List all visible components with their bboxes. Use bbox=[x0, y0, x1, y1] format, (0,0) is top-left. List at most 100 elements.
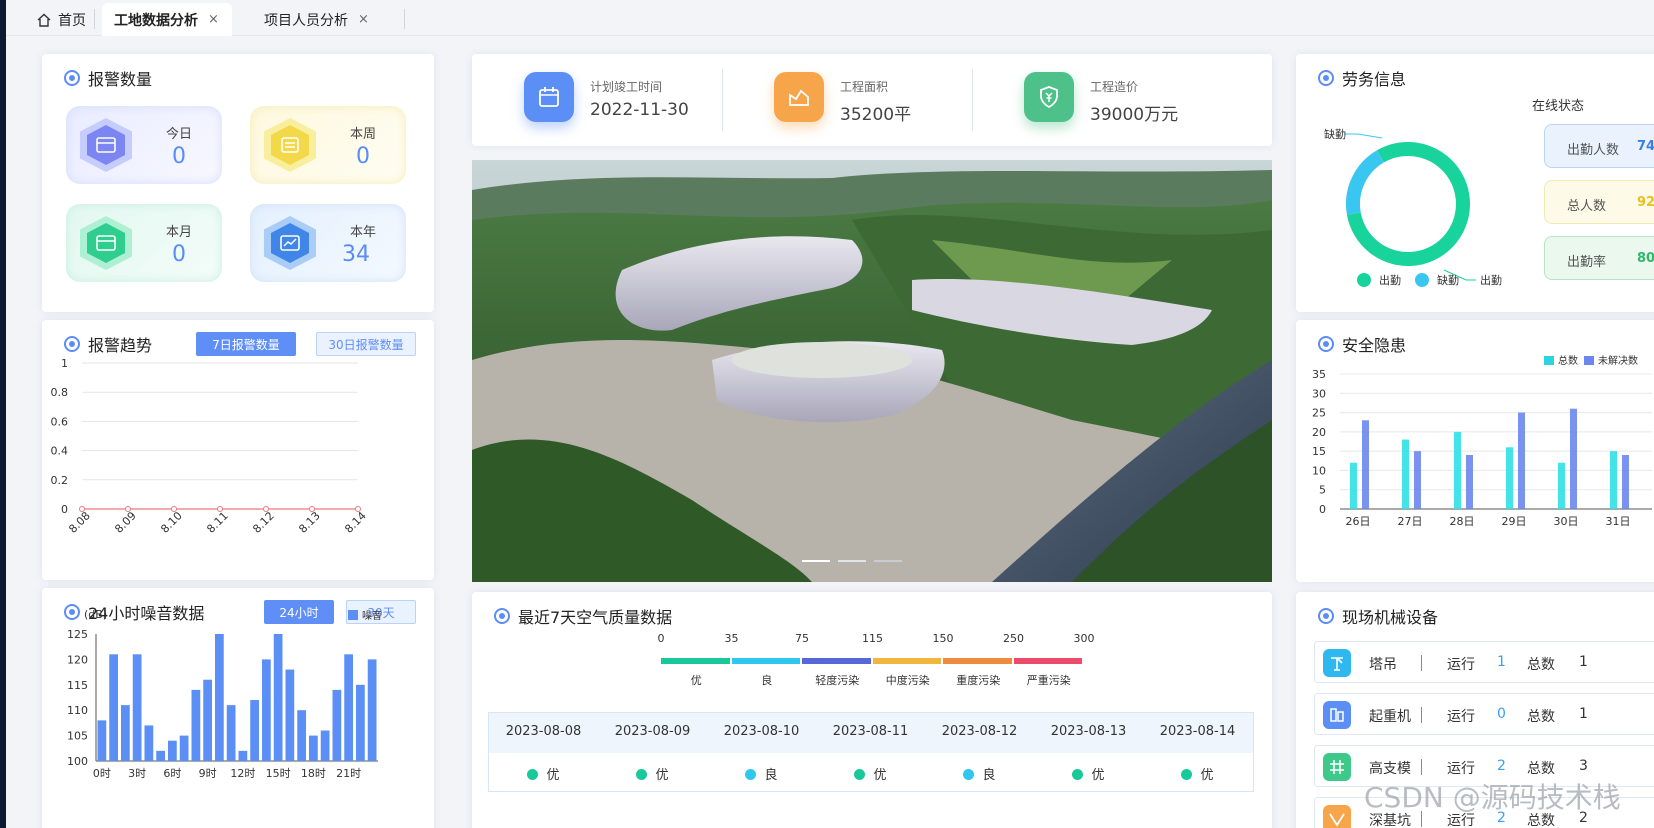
noise-bar bbox=[309, 735, 318, 761]
safety-bar bbox=[1402, 439, 1409, 509]
x-tick-label: 31日 bbox=[1606, 515, 1631, 528]
x-tick-label: 6时 bbox=[163, 767, 181, 780]
safety-bar bbox=[1466, 455, 1473, 509]
x-tick-label: 15时 bbox=[266, 767, 291, 780]
project-stats-card: 计划竣工时间 2022-11-30 工程面积 35200平 工程造价 39000… bbox=[472, 54, 1272, 146]
scale-segment bbox=[943, 658, 1012, 664]
noise-bar bbox=[320, 730, 330, 761]
attendance-value: 74 bbox=[1637, 139, 1654, 154]
stat-cost-value: 39000万元 bbox=[1090, 105, 1179, 125]
alarm-today-tile[interactable]: 今日 0 bbox=[66, 106, 222, 184]
total-label: 总数 bbox=[1527, 709, 1555, 725]
aq-date: 2023-08-08 bbox=[505, 724, 582, 739]
y-tick-label: 0.2 bbox=[51, 474, 69, 487]
donut-label: 出勤 bbox=[1480, 273, 1502, 287]
status-dot bbox=[1181, 769, 1193, 780]
machine-name: 塔吊 bbox=[1369, 657, 1397, 673]
total-value: 1 bbox=[1579, 654, 1588, 670]
noise-bar bbox=[168, 740, 177, 761]
shield-yuan-icon bbox=[1024, 72, 1074, 122]
total-label: 总数 bbox=[1527, 761, 1555, 777]
run-value: 2 bbox=[1497, 758, 1506, 774]
aq-status-text: 良 bbox=[982, 768, 996, 783]
y-tick-label: 100 bbox=[67, 755, 88, 768]
aq-status-text: 优 bbox=[546, 768, 560, 783]
aq-status: 良 bbox=[707, 764, 816, 783]
alarm-year-label: 本年 bbox=[349, 225, 376, 240]
attendance-rate-value: 80.4% bbox=[1637, 251, 1654, 266]
home-icon bbox=[37, 13, 51, 27]
status-dot bbox=[963, 769, 975, 780]
alarm-month-value: 0 bbox=[172, 242, 186, 267]
divider bbox=[1421, 655, 1422, 671]
alarm-month-tile[interactable]: 本月 0 bbox=[66, 204, 222, 282]
leader-line bbox=[1344, 133, 1383, 139]
list-icon bbox=[264, 118, 316, 172]
y-tick-label: 15 bbox=[1312, 445, 1326, 458]
y-tick-label: 35 bbox=[1312, 368, 1326, 381]
safety-bar bbox=[1414, 451, 1421, 509]
attendance-rate-label: 出勤率 bbox=[1567, 255, 1607, 270]
alarm-week-tile[interactable]: 本周 0 bbox=[250, 106, 406, 184]
legend-label: 出勤 bbox=[1379, 273, 1401, 287]
y-tick-label: 120 bbox=[67, 653, 88, 666]
chart-icon bbox=[264, 216, 316, 270]
noise-bar bbox=[344, 654, 353, 761]
noise-bar bbox=[332, 689, 342, 761]
noise-bar bbox=[215, 634, 224, 761]
legend-label: 缺勤 bbox=[1437, 273, 1459, 287]
tab-home[interactable]: 首页 bbox=[24, 3, 98, 36]
attendance-rate-box: 出勤率 80.4% bbox=[1544, 236, 1654, 280]
noise-bar bbox=[156, 750, 165, 761]
aq-status-text: 优 bbox=[1200, 768, 1214, 783]
divider bbox=[1421, 759, 1422, 775]
status-dot bbox=[854, 769, 866, 780]
status-dot bbox=[636, 769, 648, 780]
x-tick-label: 12时 bbox=[230, 767, 255, 780]
close-icon[interactable]: × bbox=[358, 12, 369, 27]
title-ring-icon bbox=[1318, 608, 1334, 624]
aq-status-text: 优 bbox=[1091, 768, 1105, 783]
aq-status: 优 bbox=[489, 764, 598, 783]
x-tick-label: 27日 bbox=[1398, 515, 1423, 528]
alarm-today-value: 0 bbox=[172, 144, 186, 169]
alarm-today-label: 今日 bbox=[165, 127, 192, 142]
tower-crane-icon bbox=[1323, 649, 1351, 677]
scale-number: 150 bbox=[932, 632, 954, 645]
legend-dot bbox=[1415, 273, 1429, 287]
aq-date: 2023-08-11 bbox=[832, 724, 909, 739]
aq-date: 2023-08-14 bbox=[1159, 724, 1236, 739]
scale-level-label: 严重污染 bbox=[1026, 674, 1071, 687]
tab-personnel[interactable]: 项目人员分析 × bbox=[252, 3, 381, 36]
total-value: 1 bbox=[1579, 706, 1588, 722]
total-people-value: 92 bbox=[1637, 195, 1654, 210]
legend-label: 噪音 bbox=[362, 609, 382, 622]
x-tick-label: 0时 bbox=[93, 767, 111, 780]
x-tick-label: 3时 bbox=[128, 767, 146, 780]
y-tick-label: 0 bbox=[1319, 503, 1326, 516]
scale-level-label: 中度污染 bbox=[885, 674, 930, 687]
watermark: CSDN @源码技术栈 bbox=[1364, 781, 1621, 814]
noise-bar bbox=[97, 720, 107, 761]
close-icon[interactable]: × bbox=[208, 12, 219, 27]
y-tick-label: 0 bbox=[61, 503, 68, 516]
card-title: 现场机械设备 bbox=[1318, 604, 1438, 628]
y-tick-label: 0.6 bbox=[51, 415, 69, 428]
machine-name: 高支模 bbox=[1369, 761, 1411, 777]
aq-status: 优 bbox=[1143, 764, 1252, 783]
tab-site-data[interactable]: 工地数据分析 × bbox=[102, 3, 232, 36]
area-chart-icon bbox=[774, 72, 824, 122]
title-ring-icon bbox=[64, 70, 80, 86]
alarm-year-tile[interactable]: 本年 34 bbox=[250, 204, 406, 282]
x-tick-label: 8.13 bbox=[296, 509, 323, 536]
aq-date: 2023-08-13 bbox=[1050, 724, 1127, 739]
grid-support-icon bbox=[1323, 753, 1351, 781]
x-tick-label: 8.09 bbox=[112, 509, 139, 536]
legend-dot bbox=[1357, 273, 1371, 287]
machine-row-crane[interactable]: 起重机 运行 0 总数 1 bbox=[1314, 693, 1654, 735]
status-dot bbox=[1072, 769, 1084, 780]
noise-bar bbox=[144, 725, 154, 761]
machine-row-tower-crane[interactable]: 塔吊 运行 1 总数 1 bbox=[1314, 641, 1654, 683]
calendar-icon bbox=[524, 72, 574, 122]
scale-level-label: 轻度污染 bbox=[815, 674, 860, 687]
